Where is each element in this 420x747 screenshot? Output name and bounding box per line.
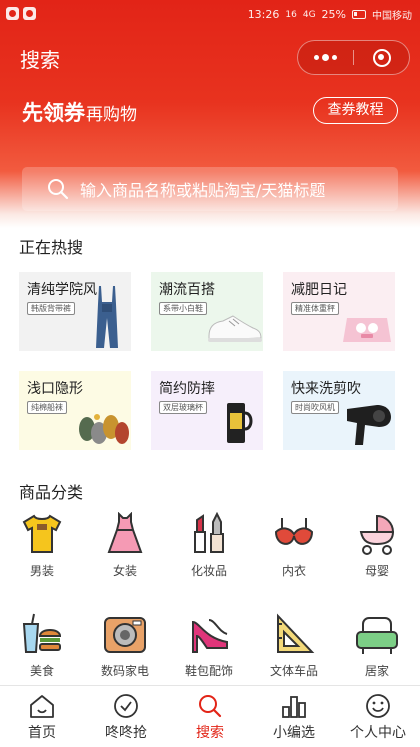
category-underwear[interactable]: 内衣: [264, 512, 324, 592]
hot-card-tag: 纯棉船袜: [27, 401, 67, 414]
notification-icon: [6, 7, 19, 20]
hot-search-grid: 清纯学院风 韩版背带裤 潮流百搭 系带小白鞋 减肥日记 精准体重秤 浅口隐形 纯…: [19, 272, 401, 452]
category-label: 内衣: [281, 564, 306, 578]
tab-label: 咚咚抢: [105, 725, 147, 741]
category-shoes-bags[interactable]: 鞋包配饰: [179, 612, 239, 692]
tab-profile[interactable]: 个人中心: [336, 686, 420, 747]
sofa-icon: [356, 617, 398, 654]
promo-slogan: 先领券 再购物: [22, 97, 137, 127]
tab-editor-picks[interactable]: 小编选: [252, 686, 336, 747]
category-label: 文体车品: [269, 664, 318, 678]
hot-card-hairdryer[interactable]: 快来洗剪吹 时尚吹风机: [283, 371, 395, 450]
hairdryer-icon: [347, 405, 391, 445]
category-digital[interactable]: 数码家电: [95, 612, 155, 692]
tab-label: 搜索: [196, 725, 224, 741]
hot-card-tag: 韩版背带裤: [27, 302, 75, 315]
overalls-icon: [96, 286, 118, 348]
camera-icon: [104, 617, 146, 653]
hot-card-glass-cup[interactable]: 简约防摔 双层玻璃杯: [151, 371, 263, 450]
category-cosmetics[interactable]: 化妆品: [179, 512, 239, 592]
smiley-icon: [366, 694, 390, 718]
hot-card-overalls[interactable]: 清纯学院风 韩版背带裤: [19, 272, 131, 351]
app-root: { "status_bar": { "time": "13:26", "net_…: [0, 0, 420, 747]
promo-bold-text: 先领券: [22, 101, 85, 125]
hot-card-title: 简约防摔: [159, 381, 215, 397]
tshirt-icon: [22, 514, 62, 553]
hot-search-title: 正在热搜: [19, 238, 84, 257]
category-label: 女装: [112, 564, 137, 578]
more-button[interactable]: [298, 41, 353, 74]
tab-flash-deals[interactable]: 咚咚抢: [84, 686, 168, 747]
status-signal: 4G: [302, 9, 316, 20]
category-mother-baby[interactable]: 母婴: [347, 512, 407, 592]
hot-card-title: 浅口隐形: [27, 381, 83, 397]
cosmetics-icon: [194, 512, 224, 553]
page-title: 搜索: [20, 48, 60, 72]
hot-card-tag: 时尚吹风机: [291, 401, 339, 414]
category-row-2: 美食 数码家电 鞋包配饰 文体车品 居家: [0, 612, 420, 692]
bottom-tab-bar: 首页 咚咚抢 搜索 小编选 个人中心: [0, 685, 420, 747]
category-row-1: 男装 女装 化妆品 内衣 母婴: [0, 512, 420, 592]
promo-light-text: 再购物: [86, 105, 137, 125]
tab-label: 首页: [28, 725, 56, 741]
hot-card-tag: 系带小白鞋: [159, 302, 207, 315]
tab-label: 个人中心: [350, 725, 406, 741]
hot-card-sneaker[interactable]: 潮流百搭 系带小白鞋: [151, 272, 263, 351]
hot-card-tag: 精准体重秤: [291, 302, 339, 315]
category-label: 化妆品: [190, 564, 227, 578]
miniprogram-capsule: [297, 40, 410, 75]
category-label: 数码家电: [100, 664, 149, 678]
category-menswear[interactable]: 男装: [12, 512, 72, 592]
notification-icon: [23, 7, 36, 20]
coupon-tutorial-button[interactable]: 查券教程: [313, 97, 398, 124]
category-title: 商品分类: [19, 483, 84, 502]
more-dots-icon: [314, 54, 337, 61]
status-carrier: 中国移动: [372, 11, 412, 22]
category-label: 居家: [364, 664, 389, 678]
category-food[interactable]: 美食: [12, 612, 72, 692]
battery-icon: [352, 10, 366, 19]
search-placeholder: 输入商品名称或粘贴淘宝/天猫标题: [80, 181, 326, 200]
hot-card-title: 减肥日记: [291, 282, 347, 298]
search-icon: [199, 695, 222, 718]
scale-icon: [343, 318, 391, 342]
status-notification-icons: [6, 7, 36, 20]
socks-icon: [79, 414, 129, 444]
hot-card-title: 快来洗剪吹: [291, 381, 361, 397]
ruler-icon: [277, 613, 315, 653]
clock-icon: [114, 694, 138, 718]
status-battery-percent: 25%: [321, 8, 346, 21]
tab-home[interactable]: 首页: [0, 686, 84, 747]
dress-icon: [107, 512, 143, 553]
food-icon: [22, 613, 62, 653]
category-label: 男装: [29, 564, 54, 578]
tab-label: 小编选: [273, 725, 315, 741]
search-icon: [48, 179, 69, 200]
category-label: 美食: [29, 664, 54, 678]
category-womenswear[interactable]: 女装: [95, 512, 155, 592]
high-heel-icon: [192, 619, 228, 653]
hot-card-tag: 双层玻璃杯: [159, 401, 207, 414]
category-sports-auto[interactable]: 文体车品: [264, 612, 324, 692]
category-label: 鞋包配饰: [184, 664, 233, 678]
category-label: 母婴: [364, 564, 389, 578]
status-right: 13:26 16 4G 25% 中国移动: [248, 7, 412, 22]
chart-icon: [282, 696, 306, 718]
category-home[interactable]: 居家: [347, 612, 407, 692]
hot-card-socks[interactable]: 浅口隐形 纯棉船袜: [19, 371, 131, 450]
search-input[interactable]: 输入商品名称或粘贴淘宝/天猫标题: [22, 167, 398, 211]
bra-icon: [274, 518, 314, 545]
stroller-icon: [359, 514, 395, 555]
home-icon: [30, 695, 54, 718]
status-bar: 13:26 16 4G 25% 中国移动: [0, 0, 420, 30]
close-miniprogram-button[interactable]: [354, 41, 409, 74]
tab-search[interactable]: 搜索: [168, 686, 252, 747]
status-time: 13:26: [247, 8, 280, 21]
status-speed: 16: [285, 9, 297, 20]
hot-card-scale[interactable]: 减肥日记 精准体重秤: [283, 272, 395, 351]
sneaker-icon: [208, 315, 262, 342]
target-close-icon: [372, 48, 391, 67]
glass-cup-icon: [227, 403, 253, 443]
hot-card-title: 潮流百搭: [159, 282, 215, 298]
